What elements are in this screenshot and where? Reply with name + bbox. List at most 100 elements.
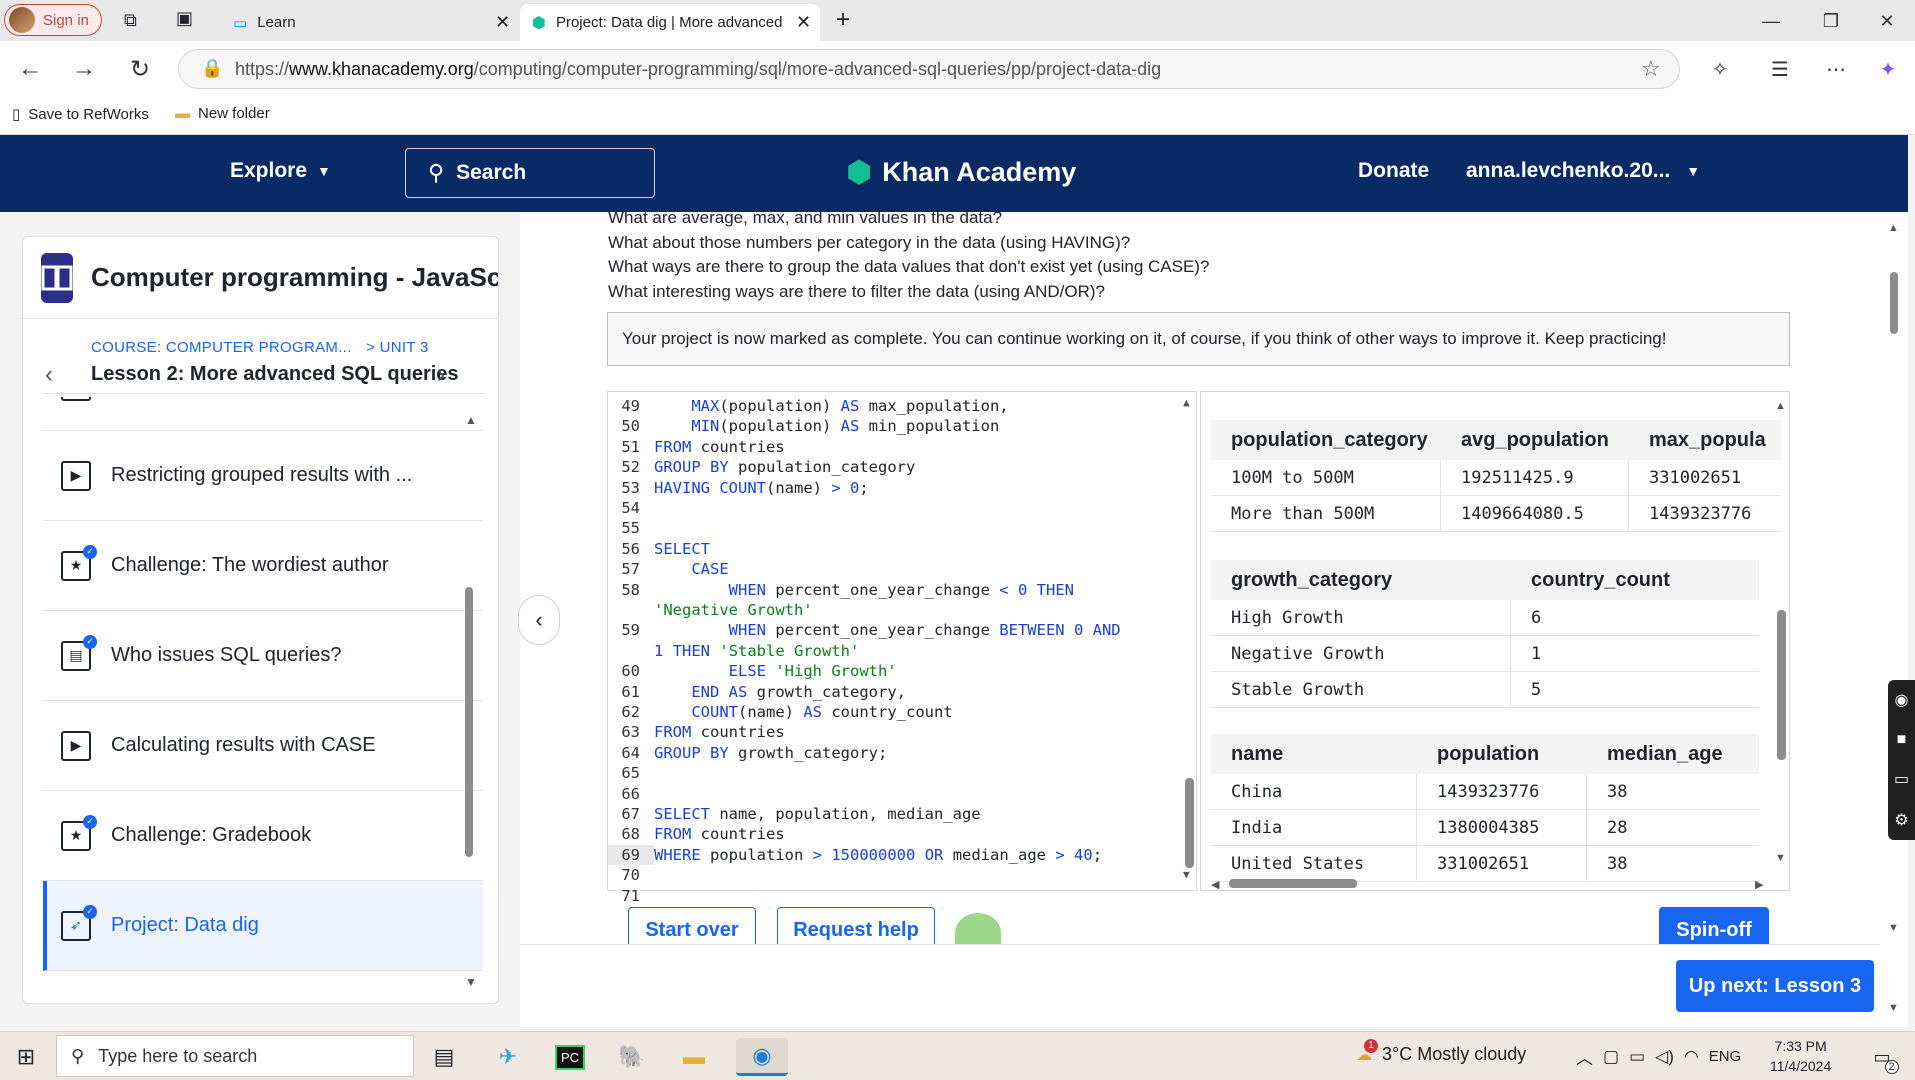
course-header[interactable]: Computer programming - JavaScr...	[23, 237, 498, 319]
user-menu[interactable]: anna.levchenko.20... ▼	[1466, 159, 1700, 183]
code-line[interactable]: 58 WHEN percent_one_year_change < 0 THEN	[608, 580, 1074, 600]
file-explorer-icon[interactable]: ▬	[674, 1038, 714, 1076]
minimize-icon[interactable]: —	[1748, 6, 1794, 36]
scroll-up-icon[interactable]: ▲	[1183, 396, 1190, 409]
code-line[interactable]: 63 FROM countries	[608, 722, 784, 742]
sign-in-button[interactable]: Sign in	[4, 4, 102, 36]
collapse-sidebar-button[interactable]: ‹	[518, 595, 560, 645]
list-item[interactable]: ▶ Calculating results with CASE	[43, 701, 483, 791]
battery-icon[interactable]: ▭	[1629, 1047, 1645, 1067]
list-item[interactable]: ★	[43, 397, 483, 431]
code-line[interactable]: 66	[608, 784, 654, 804]
tab-project-data-dig[interactable]: ⬢ Project: Data dig | More advanced ✕	[520, 4, 820, 41]
postgresql-icon[interactable]: 🐘	[612, 1038, 652, 1076]
code-line[interactable]: 62 COUNT(name) AS country_count	[608, 702, 952, 722]
forward-icon[interactable]: →	[66, 51, 102, 87]
breadcrumb-unit[interactable]: > UNIT 3	[366, 339, 429, 356]
telegram-icon[interactable]: ✈	[488, 1038, 528, 1076]
more-menu-icon[interactable]: ⋯	[1818, 51, 1854, 87]
scroll-up-icon[interactable]: ▲	[1888, 222, 1899, 234]
code-line[interactable]: 69 WHERE population > 150000000 OR median…	[608, 844, 1102, 865]
results-horizontal-scrollbar[interactable]	[1229, 879, 1357, 888]
code-line[interactable]: 57 CASE	[608, 559, 728, 579]
results-vertical-scrollbar[interactable]	[1777, 610, 1786, 760]
chevron-up-icon[interactable]: ︿	[1576, 1044, 1593, 1069]
breadcrumb-course[interactable]: COURSE: COMPUTER PROGRAM...	[91, 339, 352, 356]
close-window-icon[interactable]: ✕	[1864, 6, 1910, 36]
sql-code-editor[interactable]: ▲ ▼ 49 MAX(population) AS max_population…	[607, 391, 1197, 905]
list-item[interactable]: ★ ✓ Challenge: The wordiest author	[43, 521, 483, 611]
code-line[interactable]: 52 GROUP BY population_category	[608, 457, 915, 477]
code-line[interactable]: 61 END AS growth_category,	[608, 682, 906, 702]
code-line[interactable]: 55	[608, 518, 654, 538]
scroll-down-icon[interactable]: ▼	[465, 975, 477, 989]
favorite-new-folder[interactable]: ▬ New folder	[175, 105, 270, 122]
list-item[interactable]: ▤ ✓ Who issues SQL queries?	[43, 611, 483, 701]
restore-icon[interactable]: ❐	[1808, 6, 1854, 36]
scroll-down-icon[interactable]: ▼	[1183, 868, 1190, 881]
wifi-icon[interactable]: ◠	[1684, 1047, 1699, 1067]
code-line[interactable]: 56 SELECT	[608, 539, 710, 559]
extensions-icon[interactable]: ✧	[1702, 51, 1738, 87]
ka-search-box[interactable]: ⚲ Search	[405, 148, 655, 198]
code-line[interactable]: 1 THEN 'Stable Growth'	[608, 641, 859, 661]
weather-widget[interactable]: ☁ 1 3°C Mostly cloudy	[1356, 1038, 1526, 1065]
code-line[interactable]: 67 SELECT name, population, median_age	[608, 804, 980, 824]
close-tab-icon[interactable]: ✕	[495, 12, 510, 33]
back-icon[interactable]: ←	[12, 51, 48, 87]
tab-actions-icon[interactable]: ▣	[176, 8, 193, 29]
camera-icon[interactable]: ◉	[1895, 690, 1909, 710]
scroll-up-icon[interactable]: ▲	[1775, 400, 1786, 412]
code-line[interactable]: 'Negative Growth'	[608, 600, 813, 620]
scroll-right-icon[interactable]: ▶	[1755, 878, 1763, 890]
favorites-icon[interactable]: ☰	[1762, 51, 1798, 87]
language-indicator[interactable]: ENG	[1709, 1048, 1742, 1065]
settings-gear-icon[interactable]: ⚙	[1894, 810, 1908, 830]
code-line[interactable]: 65	[608, 763, 654, 783]
code-line[interactable]: 50 MIN(population) AS min_population	[608, 416, 999, 436]
address-bar[interactable]: 🔒 https://www.khanacademy.org/computing/…	[178, 49, 1680, 89]
clock[interactable]: 7:33 PM 11/4/2024	[1770, 1036, 1831, 1076]
favorite-save-to-refworks[interactable]: ▯ Save to RefWorks	[12, 105, 149, 124]
ka-logo[interactable]: ⬢ Khan Academy	[846, 155, 1076, 190]
workspaces-icon[interactable]: ⧉	[124, 10, 137, 31]
video-icon[interactable]: ■	[1897, 731, 1907, 749]
lock-icon[interactable]: 🔒	[201, 58, 223, 79]
up-next-button[interactable]: Up next: Lesson 3	[1676, 960, 1874, 1012]
favorite-star-icon[interactable]: ☆	[1641, 56, 1661, 82]
code-line[interactable]: 59 WHEN percent_one_year_change BETWEEN …	[608, 620, 1120, 640]
donate-link[interactable]: Donate	[1358, 159, 1429, 183]
editor-scrollbar-thumb[interactable]	[1185, 778, 1194, 868]
code-line[interactable]: 60 ELSE 'High Growth'	[608, 661, 896, 681]
code-line[interactable]: 70	[608, 865, 654, 885]
code-line[interactable]: 51 FROM countries	[608, 437, 784, 457]
code-line[interactable]: 53 HAVING COUNT(name) > 0;	[608, 478, 868, 498]
copilot-icon[interactable]: ✦	[1870, 51, 1906, 87]
close-tab-icon[interactable]: ✕	[796, 12, 811, 33]
notifications-icon[interactable]: ▭ 2	[1862, 1038, 1902, 1076]
sidebar-scrollbar-thumb[interactable]	[465, 587, 473, 857]
meet-now-icon[interactable]: ▢	[1603, 1047, 1619, 1067]
new-tab-icon[interactable]: +	[836, 6, 850, 34]
list-item[interactable]: ★ ✓ Challenge: Gradebook	[43, 791, 483, 881]
scroll-up-icon[interactable]: ▲	[465, 413, 477, 427]
editor-scrollbar[interactable]: ▲ ▼	[1183, 392, 1197, 890]
pycharm-icon[interactable]: PC	[550, 1038, 590, 1076]
task-view-icon[interactable]: ▤	[424, 1038, 464, 1076]
code-line[interactable]: 68 FROM countries	[608, 824, 784, 844]
list-item-active[interactable]: ➶ ✓ Project: Data dig	[43, 881, 483, 971]
chevron-left-icon[interactable]: ‹	[45, 361, 53, 389]
edge-browser-icon[interactable]: ◉	[736, 1038, 788, 1076]
scroll-down-icon[interactable]: ▼	[1888, 1002, 1899, 1014]
scroll-down-icon[interactable]: ▼	[1888, 922, 1899, 934]
code-line[interactable]: 64 GROUP BY growth_category;	[608, 743, 887, 763]
page-scrollbar-thumb[interactable]	[1890, 272, 1898, 334]
scroll-left-icon[interactable]: ◀	[1211, 878, 1219, 890]
volume-icon[interactable]: ◁)	[1655, 1047, 1674, 1067]
windows-start-icon[interactable]: ⊞	[6, 1038, 46, 1076]
page-scrollbar[interactable]: ▲ ▼ ▼	[1880, 212, 1908, 1027]
list-item[interactable]: ▶ Restricting grouped results with ...	[43, 431, 483, 521]
window-icon[interactable]: ▭	[1894, 769, 1909, 789]
code-line[interactable]: 49 MAX(population) AS max_population,	[608, 396, 1008, 416]
explore-menu[interactable]: Explore ▼	[230, 159, 331, 183]
